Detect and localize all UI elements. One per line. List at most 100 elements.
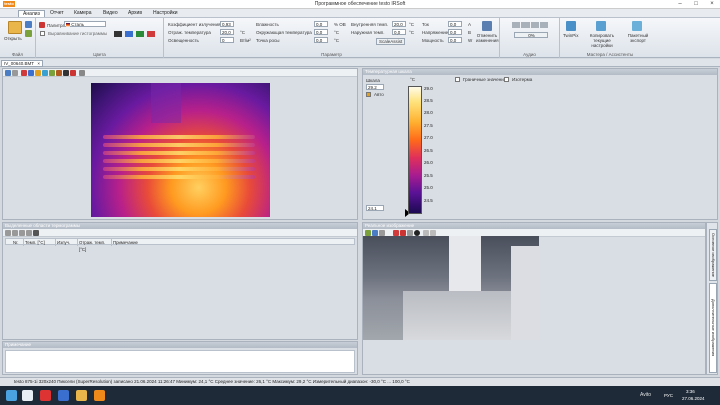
stop-icon[interactable] [530, 22, 539, 28]
column-header[interactable]: Темп. [°C] [24, 239, 56, 246]
minimize-icon[interactable]: – [672, 0, 688, 8]
windows-start-icon[interactable] [6, 390, 17, 401]
play-icon[interactable] [521, 22, 530, 28]
copy-settings-button[interactable]: Копировать текущие настройки [586, 33, 618, 48]
explorer-icon[interactable] [76, 390, 87, 401]
irradiance-label: Освещенность [168, 38, 199, 43]
undo-button[interactable]: Отменить изменения [476, 33, 499, 43]
yandex-browser-icon[interactable] [40, 390, 51, 401]
color-red-icon[interactable] [147, 31, 155, 37]
batch-export-icon[interactable] [632, 21, 642, 31]
language-indicator[interactable]: РУС [664, 393, 673, 398]
outer-temp-field[interactable]: 0,0 [392, 29, 406, 35]
close-tab-icon[interactable]: × [37, 61, 40, 67]
scale-tick: 28.5 [424, 98, 433, 103]
areas-remove-icon[interactable] [12, 230, 18, 236]
twinpix-button[interactable]: TwinPix [563, 33, 579, 38]
inner-temp-field[interactable]: 20,0 [392, 21, 406, 27]
column-header[interactable]: Примечание [112, 239, 172, 246]
power-field[interactable]: 0,0 [448, 37, 462, 43]
search-icon[interactable] [22, 390, 33, 401]
chrome-icon[interactable] [58, 390, 69, 401]
twinpix-icon[interactable] [566, 21, 576, 31]
batch-export-button[interactable]: Пакетный экспорт [622, 33, 654, 43]
palette-select[interactable]: Сталь [64, 21, 106, 27]
column-header[interactable]: Излуч. [56, 239, 78, 246]
folder-icon[interactable] [8, 21, 22, 34]
scale-tick: 26.5 [424, 148, 433, 153]
menu-report[interactable]: Отчет [46, 10, 68, 17]
heat-coil-6 [103, 175, 255, 179]
save-as-icon[interactable] [25, 30, 32, 37]
photo-floor [403, 291, 513, 340]
humidity-field[interactable]: 0,0 [314, 21, 328, 27]
save-image-icon[interactable] [5, 70, 11, 76]
color-bw-icon[interactable] [114, 31, 122, 37]
heat-coil-1 [103, 135, 255, 139]
areas-edit-icon[interactable] [19, 230, 25, 236]
areas-export-icon[interactable] [26, 230, 32, 236]
undo-icon[interactable] [482, 21, 492, 31]
voltage-field[interactable]: 0,0 [448, 29, 462, 35]
areas-camera-icon[interactable] [33, 230, 39, 236]
menu-bar: Анализ Отчет Камера Видео Архив Настройк… [0, 9, 720, 18]
areas-add-icon[interactable] [5, 230, 11, 236]
clock-date[interactable]: 27.06.2024 [682, 396, 705, 401]
clock-time[interactable]: 3:36 [686, 389, 695, 394]
maximize-icon[interactable]: □ [688, 0, 704, 8]
color-blue-icon[interactable] [125, 31, 133, 37]
limits-checkbox[interactable] [455, 77, 460, 82]
document-tab[interactable]: IV_00640.BMT × [1, 60, 43, 67]
marker-icon[interactable] [21, 70, 27, 76]
line-icon[interactable] [56, 70, 62, 76]
reflected-unit: °C [240, 30, 246, 35]
scale-max-field[interactable]: 29.2 [366, 84, 384, 90]
record-icon[interactable] [539, 22, 548, 28]
taskbar: Avito РУС 3:36 27.06.2024 [0, 386, 720, 405]
print-icon[interactable] [12, 70, 18, 76]
isotherm-checkbox[interactable] [504, 77, 509, 82]
ambient-field[interactable]: 0,0 [314, 29, 328, 35]
area-icon[interactable] [49, 70, 55, 76]
auto-checkbox[interactable] [366, 92, 371, 97]
cold-spot-icon[interactable] [42, 70, 48, 76]
close-icon[interactable]: × [704, 0, 720, 8]
menu-camera[interactable]: Камера [70, 10, 95, 17]
hot-spot-icon[interactable] [35, 70, 41, 76]
histogram-checkbox[interactable] [40, 31, 45, 36]
irradiance-field[interactable]: 0 [220, 37, 234, 43]
current-field[interactable]: 0,0 [448, 21, 462, 27]
open-button[interactable]: Открыть [4, 36, 22, 41]
column-header[interactable]: Отраж. темп. [°C] [78, 239, 112, 252]
scale-tick: 29.0 [424, 86, 433, 91]
delete-icon[interactable] [63, 70, 69, 76]
menu-settings[interactable]: Настройки [149, 10, 182, 17]
menu-analysis[interactable]: Анализ [18, 10, 45, 17]
dew-field[interactable]: 0,0 [314, 37, 328, 43]
irsoft-taskbar-icon[interactable] [94, 390, 105, 401]
tab-main-image[interactable]: Основное изображение [709, 229, 717, 281]
reflected-field[interactable]: 20,0 [220, 29, 234, 35]
measure-point-icon[interactable] [28, 70, 34, 76]
emissivity-label: Коэффициент излучения [168, 22, 221, 27]
notes-textarea[interactable] [5, 350, 355, 373]
crosshair-icon[interactable] [70, 70, 76, 76]
real-photo[interactable] [363, 236, 539, 340]
heat-coil-5 [103, 167, 255, 171]
volume-field[interactable]: 0% [514, 32, 548, 38]
menu-video[interactable]: Видео [99, 10, 122, 17]
scaleassist-button[interactable]: ScaleAssist [376, 38, 406, 45]
scale-min-field[interactable]: 24.1 [366, 205, 384, 211]
thermal-toolbar [3, 69, 357, 77]
menu-archive[interactable]: Архив [124, 10, 146, 17]
color-green-icon[interactable] [136, 31, 144, 37]
thermal-image[interactable] [91, 83, 270, 217]
reflected-label: Отраж. температура [168, 30, 211, 35]
zoom-icon[interactable] [79, 70, 85, 76]
rewind-icon[interactable] [512, 22, 521, 28]
save-icon[interactable] [25, 21, 32, 28]
copy-settings-icon[interactable] [596, 21, 606, 31]
column-header[interactable]: Nr. [12, 239, 24, 246]
emissivity-field[interactable]: 0,93 [220, 21, 234, 27]
tab-additional-images[interactable]: Дополнительные изображения [709, 283, 717, 373]
